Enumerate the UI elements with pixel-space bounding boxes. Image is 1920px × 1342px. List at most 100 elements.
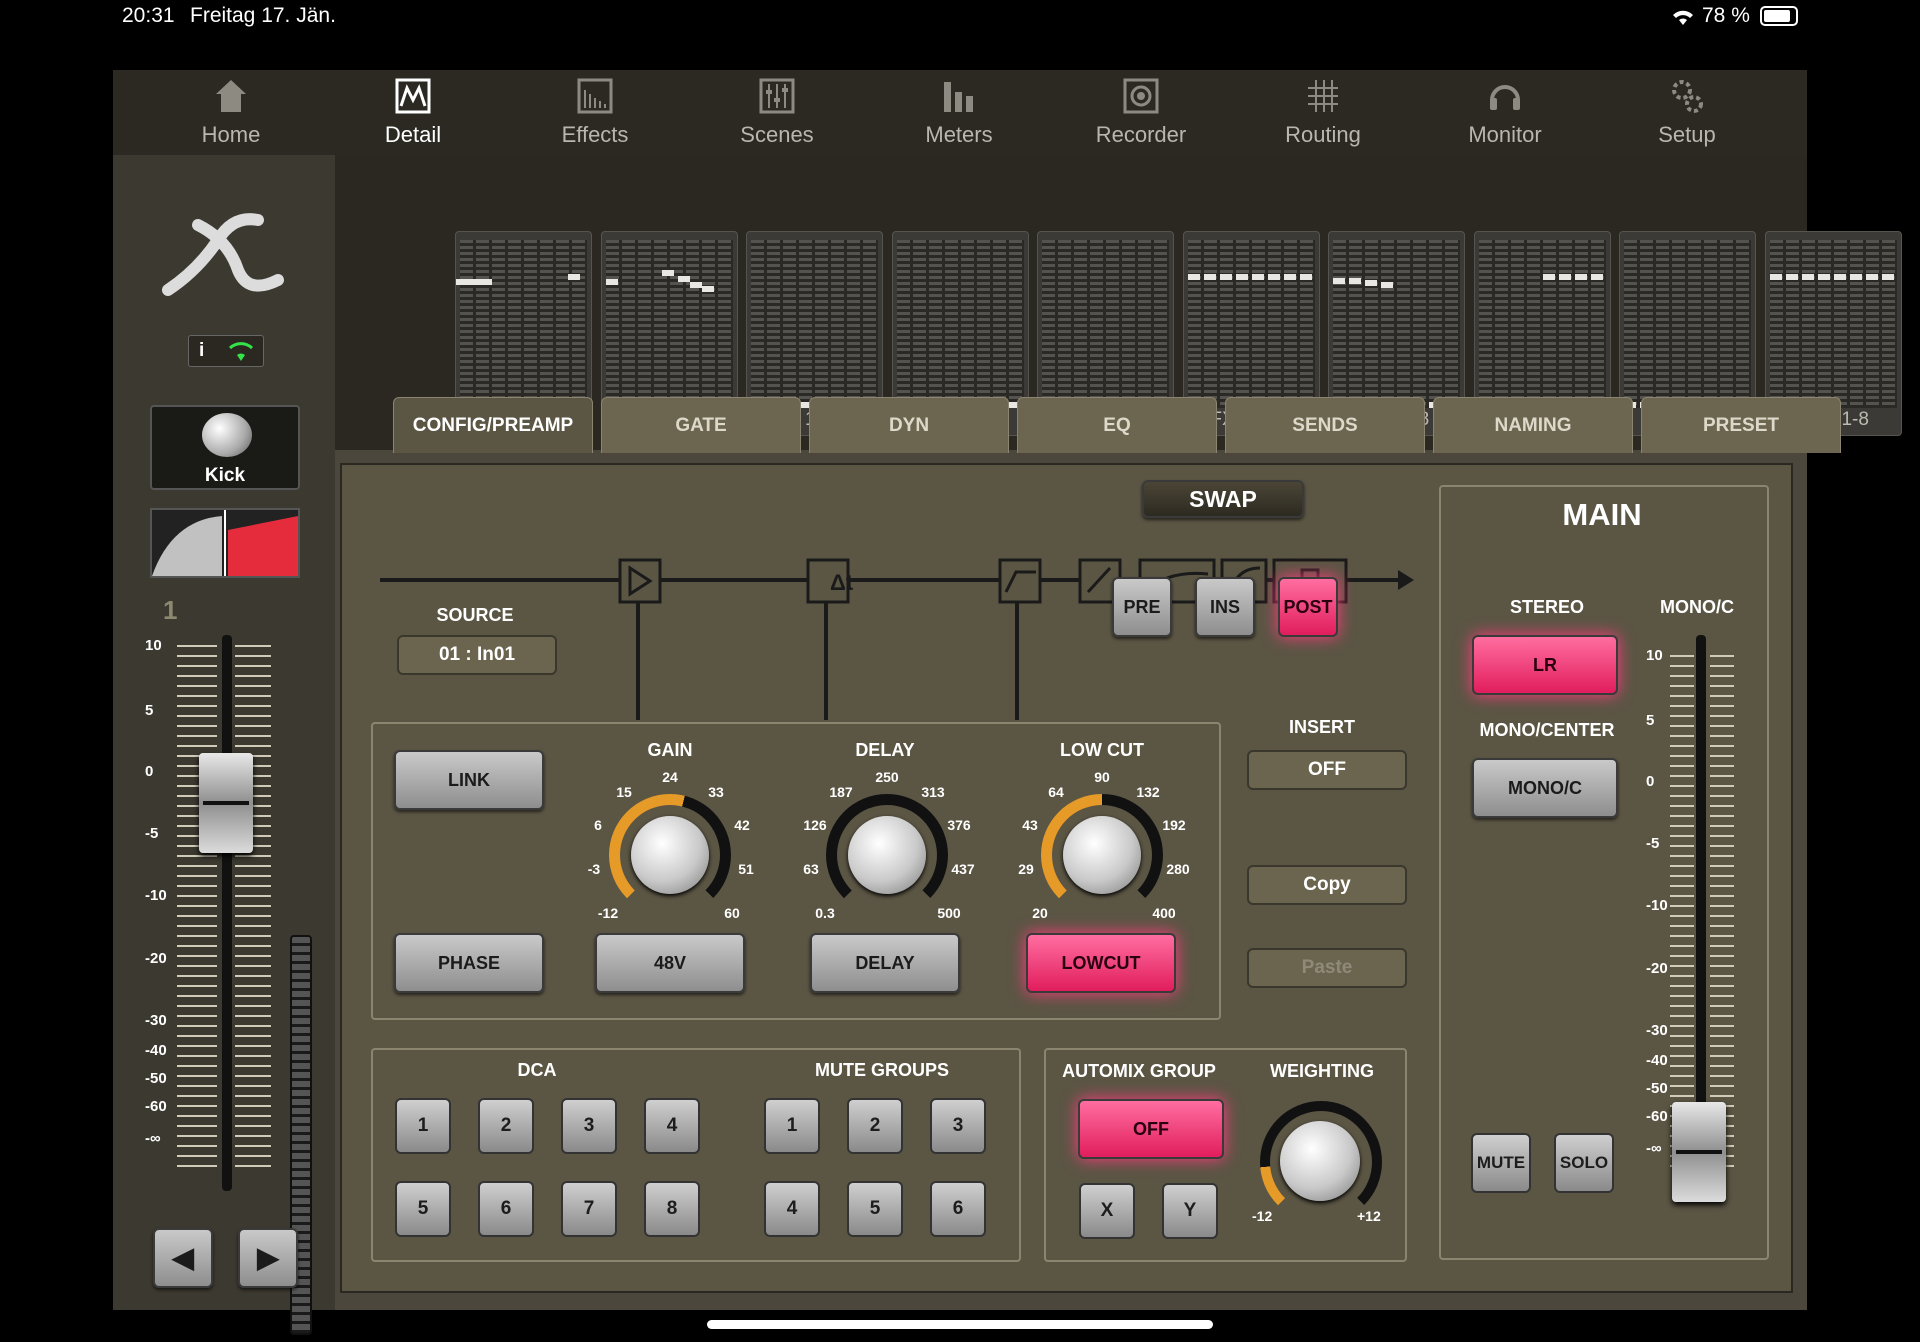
fader-scale-label: -10 bbox=[145, 887, 167, 904]
nav-routing[interactable]: Routing bbox=[1258, 70, 1388, 155]
mono-c-button[interactable]: MONO/C bbox=[1472, 758, 1618, 818]
phantom-48v-button[interactable]: 48V bbox=[595, 933, 745, 993]
dca-button-8[interactable]: 8 bbox=[644, 1181, 700, 1237]
nav-detail[interactable]: Detail bbox=[348, 70, 478, 155]
delay-label: DELAY bbox=[855, 740, 915, 760]
info-wifi-indicator[interactable]: i bbox=[188, 335, 264, 367]
nav-scenes[interactable]: Scenes bbox=[712, 70, 842, 155]
status-time: 20:31 bbox=[122, 4, 175, 27]
main-fader-ticks-right bbox=[1710, 655, 1734, 1175]
fader-scale-label: -20 bbox=[1646, 960, 1668, 977]
dca-button-1[interactable]: 1 bbox=[395, 1098, 451, 1154]
lowcut-knob[interactable] bbox=[1041, 794, 1163, 916]
kick-drum-icon bbox=[202, 413, 252, 457]
nav-setup[interactable]: Setup bbox=[1622, 70, 1752, 155]
paste-button[interactable]: Paste bbox=[1247, 948, 1407, 988]
tab-sends[interactable]: SENDS bbox=[1225, 397, 1425, 453]
setup-icon bbox=[1672, 80, 1703, 113]
tab-config-preamp[interactable]: CONFIG/PREAMP bbox=[393, 397, 593, 453]
battery-icon bbox=[1760, 6, 1798, 26]
tab-preset[interactable]: PRESET bbox=[1641, 397, 1841, 453]
gain-knob[interactable] bbox=[609, 794, 731, 916]
mute-group-button-1[interactable]: 1 bbox=[764, 1098, 820, 1154]
fader-scale-label: 5 bbox=[145, 702, 154, 719]
lowcut-tick: 400 bbox=[1152, 905, 1176, 921]
automix-x-button[interactable]: X bbox=[1079, 1183, 1135, 1239]
dca-button-3[interactable]: 3 bbox=[561, 1098, 617, 1154]
fader-ticks-right bbox=[235, 645, 271, 1175]
next-channel-button[interactable]: ▶ bbox=[238, 1228, 298, 1288]
nav-home[interactable]: Home bbox=[166, 70, 296, 155]
gain-tick: 24 bbox=[662, 769, 678, 785]
gain-label: GAIN bbox=[647, 740, 693, 760]
link-button[interactable]: LINK bbox=[394, 750, 544, 810]
dca-button-6[interactable]: 6 bbox=[478, 1181, 534, 1237]
dca-button-2[interactable]: 2 bbox=[478, 1098, 534, 1154]
info-icon[interactable]: i bbox=[199, 340, 204, 362]
channel-fader[interactable]: 10 5 0 -5 -10 -20 -30 -40 -50 -60 -∞ bbox=[133, 615, 323, 1335]
fader-scale-label: -50 bbox=[145, 1070, 167, 1087]
delay-button[interactable]: DELAY bbox=[810, 933, 960, 993]
nav-routing-label: Routing bbox=[1285, 122, 1361, 147]
main-fader-knob[interactable] bbox=[1672, 1102, 1726, 1202]
fader-scale-label: -∞ bbox=[1646, 1140, 1662, 1157]
dca-button-7[interactable]: 7 bbox=[561, 1181, 617, 1237]
insert-selector[interactable]: OFF bbox=[1247, 750, 1407, 790]
swap-button[interactable]: SWAP bbox=[1142, 480, 1304, 518]
fader-scale-label: 0 bbox=[1646, 773, 1655, 790]
nav-recorder[interactable]: Recorder bbox=[1076, 70, 1206, 155]
delay-tick: 437 bbox=[951, 861, 975, 877]
tab-dyn[interactable]: DYN bbox=[809, 397, 1009, 453]
effects-icon bbox=[577, 78, 613, 114]
fader-knob[interactable] bbox=[199, 753, 253, 853]
nav-monitor[interactable]: Monitor bbox=[1440, 70, 1570, 155]
delay-triangle-icon: Δt bbox=[830, 570, 854, 595]
tab-eq[interactable]: EQ bbox=[1017, 397, 1217, 453]
phase-button[interactable]: PHASE bbox=[394, 933, 544, 993]
delay-tick: 63 bbox=[803, 861, 819, 877]
status-date: Freitag 17. Jän. bbox=[190, 4, 336, 27]
lowcut-button[interactable]: LOWCUT bbox=[1026, 933, 1176, 993]
mute-group-button-4[interactable]: 4 bbox=[764, 1181, 820, 1237]
fader-scale-label: -10 bbox=[1646, 897, 1668, 914]
copy-button[interactable]: Copy bbox=[1247, 865, 1407, 905]
channel-name-button[interactable]: Kick bbox=[150, 405, 300, 490]
tab-naming[interactable]: NAMING bbox=[1433, 397, 1633, 453]
fader-scale-label: 10 bbox=[1646, 647, 1663, 664]
fader-scale-label: -30 bbox=[1646, 1022, 1668, 1039]
mute-group-button-6[interactable]: 6 bbox=[930, 1181, 986, 1237]
mute-group-button-5[interactable]: 5 bbox=[847, 1181, 903, 1237]
eq-curve-preview[interactable] bbox=[150, 508, 300, 578]
fader-scale-label: 5 bbox=[1646, 712, 1655, 729]
mono-center-label: MONO/CENTER bbox=[1479, 720, 1615, 740]
post-button[interactable]: POST bbox=[1278, 577, 1338, 637]
dca-button-5[interactable]: 5 bbox=[395, 1181, 451, 1237]
delay-tick: 500 bbox=[937, 905, 961, 921]
mute-group-button-2[interactable]: 2 bbox=[847, 1098, 903, 1154]
recorder-icon bbox=[1123, 78, 1159, 114]
main-mono-fader[interactable]: 10 5 0 -5 -10 -20 -30 -40 -50 -60 -∞ bbox=[1642, 635, 1762, 1205]
fader-scale-label: -40 bbox=[145, 1042, 167, 1059]
tab-gate[interactable]: GATE bbox=[601, 397, 801, 453]
nav-effects[interactable]: Effects bbox=[530, 70, 660, 155]
automix-y-button[interactable]: Y bbox=[1162, 1183, 1218, 1239]
ins-button[interactable]: INS bbox=[1195, 577, 1255, 637]
pre-button[interactable]: PRE bbox=[1112, 577, 1172, 637]
lr-button[interactable]: LR bbox=[1472, 635, 1618, 695]
weighting-knob[interactable] bbox=[1260, 1101, 1382, 1223]
home-icon bbox=[216, 80, 246, 112]
nav-meters[interactable]: Meters bbox=[894, 70, 1024, 155]
stereo-label: STEREO bbox=[1509, 597, 1584, 617]
prev-channel-button[interactable]: ◀ bbox=[153, 1228, 213, 1288]
automix-off-button[interactable]: OFF bbox=[1078, 1099, 1224, 1159]
dca-button-4[interactable]: 4 bbox=[644, 1098, 700, 1154]
mute-group-button-3[interactable]: 3 bbox=[930, 1098, 986, 1154]
source-selector[interactable]: 01 : In01 bbox=[397, 635, 557, 675]
main-mute-button[interactable]: MUTE bbox=[1471, 1133, 1531, 1193]
home-indicator[interactable] bbox=[707, 1320, 1213, 1329]
main-solo-button[interactable]: SOLO bbox=[1554, 1133, 1614, 1193]
delay-knob[interactable] bbox=[826, 794, 948, 916]
weighting-min: -12 bbox=[1252, 1208, 1273, 1224]
fader-scale-label: -30 bbox=[145, 1012, 167, 1029]
fader-scale-label: -5 bbox=[1646, 835, 1660, 852]
